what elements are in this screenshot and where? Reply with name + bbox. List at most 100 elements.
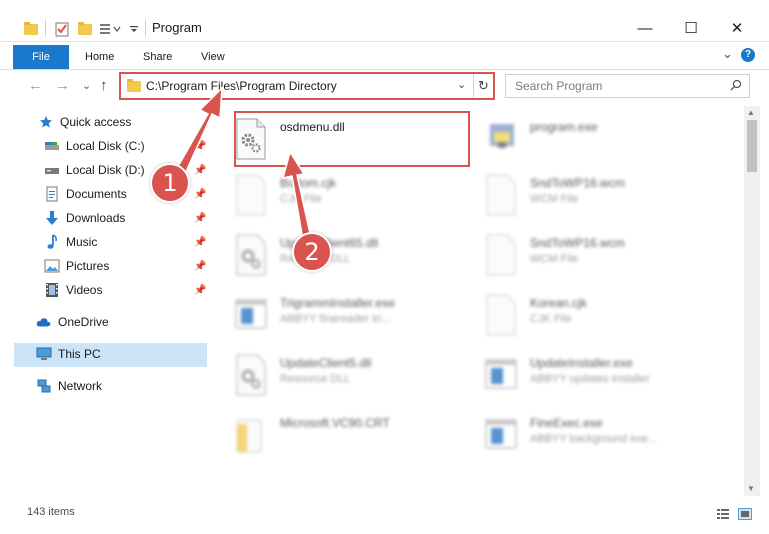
file-list: osdmenu.dll program.exe Bottom.cjk CJK F…: [212, 106, 744, 496]
expand-ribbon-icon[interactable]: ⌄: [722, 46, 733, 62]
pictures-icon: [44, 258, 60, 274]
sidebar-item-label: Downloads: [66, 211, 126, 225]
folder-icon: [236, 419, 262, 453]
exe-app-icon: [490, 124, 514, 148]
sidebar-item-this-pc[interactable]: This PC: [36, 343, 101, 365]
pin-icon[interactable]: 📌: [194, 141, 206, 152]
sidebar-item-local-disk-d[interactable]: Local Disk (D:): [44, 159, 145, 181]
pin-icon[interactable]: 📌: [194, 189, 206, 200]
sidebar-item-label: Music: [66, 235, 98, 249]
sidebar-item-onedrive[interactable]: OneDrive: [36, 311, 109, 333]
tab-share[interactable]: Share: [143, 46, 172, 68]
up-button[interactable]: ↑: [100, 77, 108, 94]
file-item[interactable]: UpdateClient5.dll Resource DLL: [212, 350, 462, 402]
sidebar-item-label: Network: [58, 379, 103, 393]
file-type: ABBYY finereader tri...: [280, 313, 391, 325]
refresh-button[interactable]: ↻: [473, 74, 493, 98]
details-view-icon[interactable]: [716, 508, 730, 520]
search-icon[interactable]: [730, 79, 742, 91]
exe-window-icon: [235, 299, 267, 329]
file-name: TrigrammInstaller.exe: [280, 296, 395, 310]
file-item[interactable]: TrigrammInstaller.exe ABBYY finereader t…: [212, 290, 462, 342]
tab-file[interactable]: File: [13, 45, 69, 69]
minimize-button[interactable]: —: [622, 14, 668, 42]
back-button[interactable]: ←: [28, 77, 43, 94]
blank-file-icon: [236, 174, 266, 216]
sidebar-item-label: This PC: [58, 347, 101, 361]
file-item[interactable]: UpdateInstaller.exe ABBYY updates instal…: [462, 350, 712, 402]
title-bar: Program — ☐ ✕: [0, 0, 769, 42]
address-dropdown-icon[interactable]: ⌄: [457, 78, 466, 91]
maximize-button[interactable]: ☐: [668, 14, 714, 42]
sidebar-item-videos[interactable]: Videos: [44, 279, 102, 301]
computer-icon: [36, 346, 52, 362]
customize-icon[interactable]: [99, 20, 123, 38]
search-placeholder: Search Program: [515, 79, 603, 93]
sidebar-item-pictures[interactable]: Pictures: [44, 255, 109, 277]
file-name: Microsoft.VC90.CRT: [280, 416, 390, 430]
step-badge-1: 1: [150, 163, 190, 203]
file-name: Bottom.cjk: [280, 176, 337, 190]
help-icon[interactable]: ?: [741, 48, 755, 62]
item-count: 143 items: [27, 506, 75, 518]
search-input[interactable]: Search Program: [505, 74, 750, 98]
network-icon: [36, 378, 52, 394]
forward-button[interactable]: →: [55, 77, 70, 94]
file-item[interactable]: UpdateClient65.dll Resource DLL: [212, 230, 462, 282]
sidebar-item-documents[interactable]: Documents: [44, 183, 127, 205]
file-item-program-exe[interactable]: program.exe: [462, 114, 712, 166]
address-bar[interactable]: C:\Program Files\Program Directory ⌄ ↻: [119, 72, 495, 100]
cloud-icon: [36, 314, 52, 330]
large-icons-view-icon[interactable]: [738, 508, 752, 520]
file-item[interactable]: SndToWP16.wcm WCM File: [462, 230, 712, 282]
pin-icon[interactable]: 📌: [194, 261, 206, 272]
scroll-up-icon[interactable]: ▲: [747, 108, 755, 117]
folder-icon: [24, 20, 38, 38]
dll-gear-icon: [236, 234, 266, 276]
file-type: WCM File: [530, 193, 579, 205]
download-icon: [44, 210, 60, 226]
new-folder-icon[interactable]: [78, 20, 92, 38]
close-button[interactable]: ✕: [714, 14, 760, 42]
qa-dropdown-icon[interactable]: [128, 20, 140, 38]
file-name: SndToWP16.wcm: [530, 176, 625, 190]
file-item[interactable]: Bottom.cjk CJK File: [212, 170, 462, 222]
recent-locations-button[interactable]: ⌄: [82, 79, 91, 92]
sidebar-item-downloads[interactable]: Downloads: [44, 207, 125, 229]
scroll-down-icon[interactable]: ▼: [747, 484, 755, 493]
properties-icon[interactable]: [55, 20, 69, 38]
file-type: ABBYY updates installer: [530, 373, 650, 385]
file-type: CJK File: [280, 193, 322, 205]
file-item[interactable]: SndToWP16.wcm WCM File: [462, 170, 712, 222]
address-path: C:\Program Files\Program Directory: [146, 79, 337, 93]
tab-view[interactable]: View: [201, 46, 225, 68]
pin-icon[interactable]: 📌: [194, 237, 206, 248]
sidebar-item-local-disk-c[interactable]: Local Disk (C:): [44, 135, 145, 157]
sidebar-item-label: Pictures: [66, 259, 110, 273]
separator: [45, 20, 46, 36]
sidebar-item-quick-access[interactable]: Quick access: [38, 111, 131, 133]
sidebar-item-network[interactable]: Network: [36, 375, 102, 397]
scrollbar-thumb[interactable]: [747, 120, 757, 172]
videos-icon: [44, 282, 60, 298]
pin-icon[interactable]: 📌: [194, 285, 206, 296]
exe-window-icon: [485, 419, 517, 449]
blank-file-icon: [486, 174, 516, 216]
step-badge-2: 2: [292, 232, 332, 272]
tab-home[interactable]: Home: [85, 46, 114, 68]
vertical-scrollbar[interactable]: ▲ ▼: [744, 106, 760, 496]
file-name: SndToWP16.wcm: [530, 236, 625, 250]
separator: [145, 20, 146, 36]
sidebar-item-label: Local Disk (C:): [66, 139, 145, 153]
drive-icon: [44, 138, 60, 154]
pin-icon[interactable]: 📌: [194, 165, 206, 176]
file-name: Korean.cjk: [530, 296, 587, 310]
file-item[interactable]: Microsoft.VC90.CRT: [212, 410, 462, 462]
pin-icon[interactable]: 📌: [194, 213, 206, 224]
blank-file-icon: [486, 234, 516, 276]
sidebar-item-label: Documents: [66, 187, 127, 201]
file-item[interactable]: FineExec.exe ABBYY background exe...: [462, 410, 712, 462]
file-item[interactable]: Korean.cjk CJK File: [462, 290, 712, 342]
sidebar-item-music[interactable]: Music: [44, 231, 97, 253]
window-title: Program: [152, 20, 202, 35]
